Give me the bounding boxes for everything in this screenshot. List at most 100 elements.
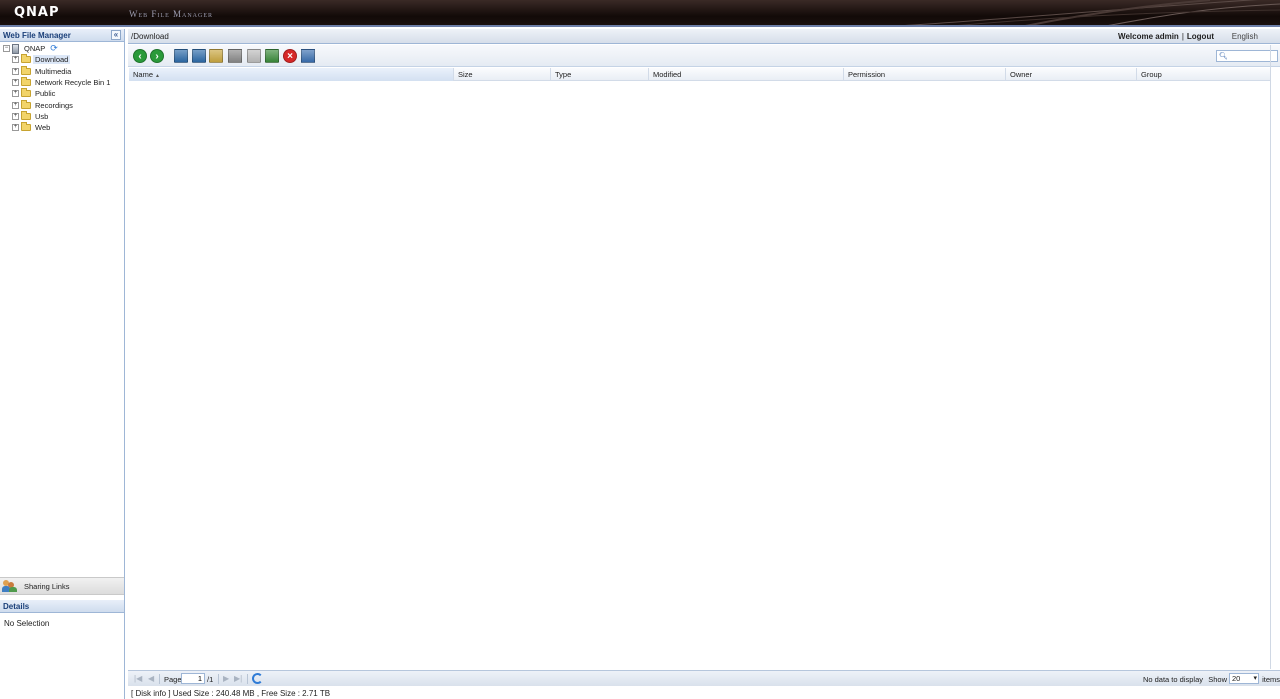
collapse-toggle-icon[interactable]: − bbox=[3, 45, 10, 53]
pager-separator bbox=[159, 674, 160, 684]
path-bar: /Download Welcome admin | Logout English bbox=[128, 29, 1280, 44]
column-header-permission[interactable]: Permission bbox=[844, 68, 1006, 81]
tree-root-qnap[interactable]: − QNAP ⟳ bbox=[0, 43, 124, 54]
next-page-icon[interactable]: ▶ bbox=[223, 674, 229, 683]
page-number-input[interactable] bbox=[181, 673, 205, 684]
details-title: Details bbox=[3, 602, 30, 611]
last-page-icon[interactable]: ▶| bbox=[234, 674, 242, 683]
tree-folder-download[interactable]: + Download bbox=[0, 54, 124, 65]
nas-icon bbox=[12, 43, 19, 54]
column-header-label: Size bbox=[458, 70, 473, 79]
no-data-text: No data to display bbox=[1142, 675, 1203, 684]
file-grid-header: Name ▲ Size Type Modified Permission Owner Grou… bbox=[129, 68, 1271, 81]
language-selector[interactable]: English bbox=[1232, 32, 1258, 41]
tree-root-label: QNAP bbox=[24, 44, 46, 54]
grid-right-border bbox=[1270, 45, 1271, 669]
upload-button[interactable] bbox=[174, 49, 188, 63]
forward-button[interactable]: › bbox=[150, 49, 164, 63]
column-header-size[interactable]: Size bbox=[454, 68, 551, 81]
refresh-grid-icon[interactable] bbox=[252, 673, 263, 684]
column-header-type[interactable]: Type bbox=[551, 68, 649, 81]
left-panel: Web File Manager « − QNAP ⟳ + Download + Mu… bbox=[0, 29, 125, 699]
sharing-people-icon bbox=[2, 580, 17, 592]
tree-folder-recordings[interactable]: + Recordings bbox=[0, 99, 124, 110]
column-header-label: Name bbox=[133, 70, 154, 79]
download-button[interactable] bbox=[192, 49, 206, 63]
page-total: /1 bbox=[207, 675, 214, 684]
sharing-links-button[interactable]: Sharing Links bbox=[0, 577, 124, 595]
folder-icon bbox=[21, 54, 31, 64]
disk-info: [ Disk info ] Used Size : 240.48 MB , Fr… bbox=[131, 689, 331, 698]
tree-folder-label: Recordings bbox=[35, 100, 73, 110]
show-label: Show bbox=[1208, 675, 1227, 684]
welcome-text: Welcome admin bbox=[1118, 32, 1179, 41]
welcome-separator: | bbox=[1181, 32, 1184, 41]
move-button[interactable] bbox=[265, 49, 279, 63]
logout-link[interactable]: Logout bbox=[1187, 32, 1214, 41]
page-label: Page bbox=[164, 675, 182, 684]
expand-toggle-icon[interactable]: + bbox=[12, 56, 19, 64]
toolbar: ‹ › × 🔍︎ bbox=[128, 45, 1280, 67]
column-header-label: Owner bbox=[1010, 70, 1033, 79]
sidebar-header: Web File Manager « bbox=[0, 29, 124, 42]
tree-folder-network-recycle-bin-1[interactable]: + Network Recycle Bin 1 bbox=[0, 77, 124, 88]
search-box[interactable]: 🔍︎ bbox=[1216, 50, 1278, 62]
top-banner: QNAP Web File Manager bbox=[0, 0, 1280, 27]
column-header-owner[interactable]: Owner bbox=[1006, 68, 1137, 81]
expand-toggle-icon[interactable]: + bbox=[12, 79, 19, 87]
folder-icon bbox=[21, 88, 31, 98]
file-grid-body bbox=[129, 82, 1271, 669]
column-header-label: Group bbox=[1141, 70, 1162, 79]
tree-folder-public[interactable]: + Public bbox=[0, 88, 124, 99]
refresh-icon[interactable]: ⟳ bbox=[50, 43, 58, 54]
tree-folder-multimedia[interactable]: + Multimedia bbox=[0, 65, 124, 77]
prev-page-icon[interactable]: ◀ bbox=[148, 674, 154, 683]
tree-folder-label: Network Recycle Bin 1 bbox=[35, 78, 111, 88]
banner-swoosh-decoration bbox=[880, 0, 1280, 27]
pagination-bar: |◀ ◀ Page /1 ▶ ▶| No data to display Sho… bbox=[128, 670, 1280, 686]
items-per-page-select[interactable]: 20 ▾ bbox=[1229, 673, 1259, 684]
welcome-area: Welcome admin | Logout bbox=[1118, 32, 1214, 41]
tree-folder-label: Download bbox=[33, 55, 71, 65]
qnap-logo: QNAP bbox=[14, 5, 60, 20]
folder-icon bbox=[21, 77, 31, 87]
pager-separator bbox=[247, 674, 248, 684]
column-header-label: Modified bbox=[653, 70, 682, 79]
expand-toggle-icon[interactable]: + bbox=[12, 101, 19, 109]
tree-folder-web[interactable]: + Web bbox=[0, 122, 124, 133]
back-button[interactable]: ‹ bbox=[133, 49, 147, 63]
search-icon: 🔍︎ bbox=[1219, 53, 1228, 60]
items-label: items bbox=[1262, 675, 1280, 684]
details-header: Details bbox=[0, 600, 124, 613]
column-header-group[interactable]: Group bbox=[1137, 68, 1271, 81]
tree-folder-label: Usb bbox=[35, 111, 49, 121]
tree-folder-usb[interactable]: + Usb bbox=[0, 110, 124, 122]
expand-toggle-icon[interactable]: + bbox=[12, 124, 19, 132]
share-button[interactable] bbox=[301, 49, 315, 63]
first-page-icon[interactable]: |◀ bbox=[134, 674, 142, 683]
search-input[interactable] bbox=[1228, 51, 1276, 61]
folder-icon bbox=[21, 110, 31, 120]
copy-button[interactable] bbox=[247, 49, 261, 63]
current-path: /Download bbox=[131, 32, 169, 41]
column-header-label: Permission bbox=[848, 70, 886, 79]
sidebar-title: Web File Manager bbox=[3, 31, 71, 40]
tree-folder-label: Public bbox=[35, 89, 56, 99]
expand-toggle-icon[interactable]: + bbox=[12, 90, 19, 98]
column-header-name[interactable]: Name ▲ bbox=[129, 68, 454, 81]
rename-button[interactable] bbox=[228, 49, 242, 63]
chevron-down-icon: ▾ bbox=[1253, 675, 1257, 682]
column-header-modified[interactable]: Modified bbox=[649, 68, 844, 81]
expand-toggle-icon[interactable]: + bbox=[12, 112, 19, 120]
folder-tree: − QNAP ⟳ + Download + Multimedia + Network Re… bbox=[0, 42, 124, 133]
items-per-page-value: 20 bbox=[1232, 674, 1241, 683]
collapse-sidebar-button[interactable]: « bbox=[111, 30, 121, 40]
expand-toggle-icon[interactable]: + bbox=[12, 67, 19, 75]
folder-icon bbox=[21, 99, 31, 109]
tree-folder-label: Web bbox=[35, 123, 51, 133]
folder-icon bbox=[21, 65, 31, 75]
app-title: Web File Manager bbox=[129, 9, 213, 19]
folder-icon bbox=[21, 122, 31, 132]
new-folder-button[interactable] bbox=[209, 49, 223, 63]
delete-button[interactable]: × bbox=[283, 49, 297, 63]
